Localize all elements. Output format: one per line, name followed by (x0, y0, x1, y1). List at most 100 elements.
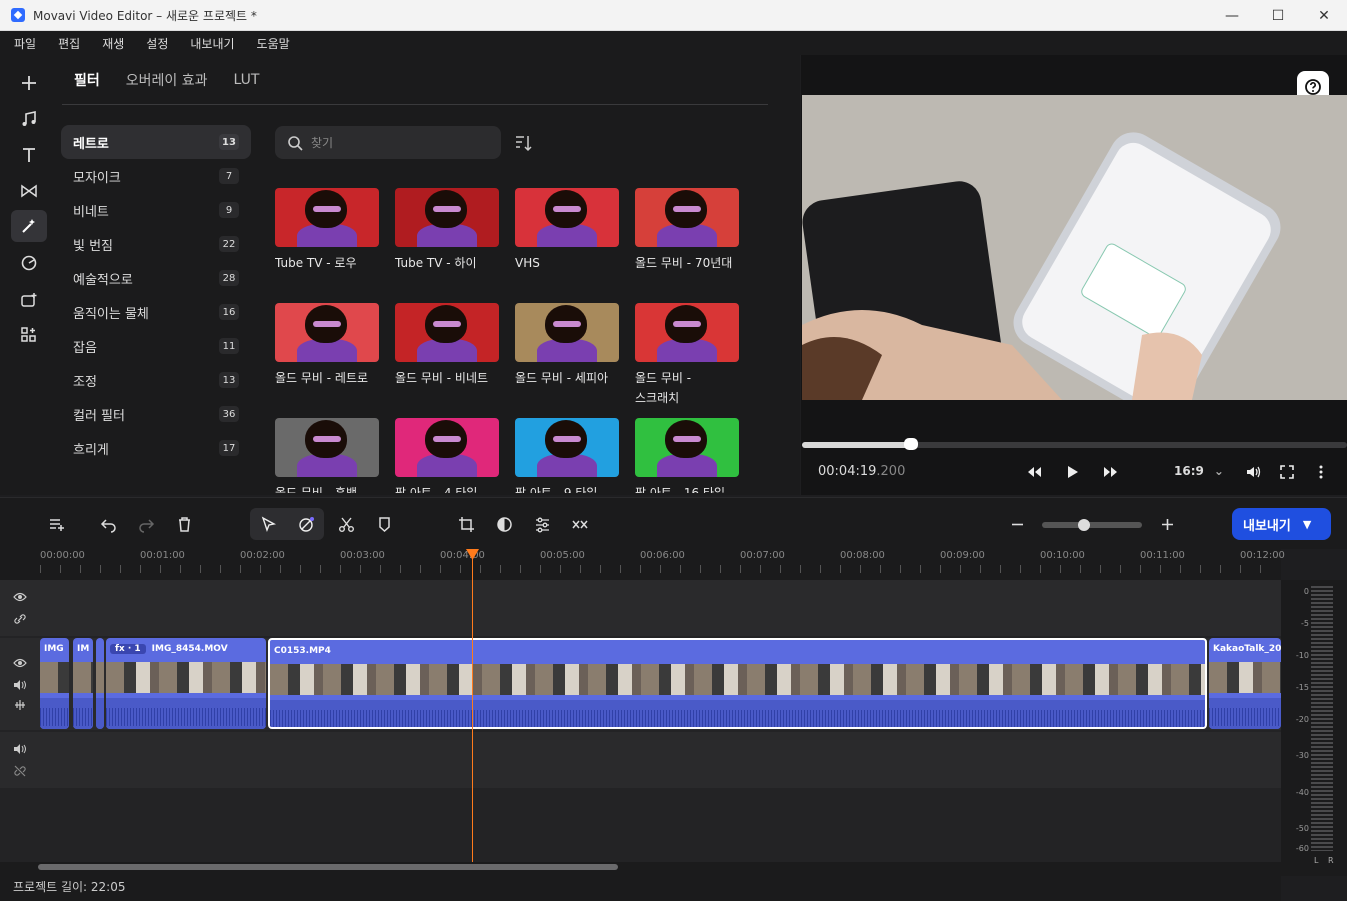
filter-tile[interactable]: Tube TV - 로우 (275, 188, 379, 273)
play-icon[interactable] (1060, 460, 1084, 484)
category-item[interactable]: 레트로 13 (61, 125, 251, 159)
filters-panel: 필터 오버레이 효과 LUT 레트로 13 모자이크 7 비네트 9 빛 번짐 22 예… (58, 55, 800, 495)
category-item[interactable]: 조정 13 (61, 363, 251, 397)
selected-video-clip[interactable]: C0153.MP4 (268, 638, 1207, 729)
tab-lut[interactable]: LUT (234, 72, 260, 88)
settings-sliders-icon[interactable] (528, 510, 556, 538)
video-preview[interactable] (802, 95, 1347, 400)
filters-icon[interactable] (11, 210, 47, 242)
category-item[interactable]: 잡음 11 (61, 329, 251, 363)
tab-overlay-effects[interactable]: 오버레이 효과 (126, 70, 208, 90)
audio-fx-icon[interactable] (13, 698, 27, 712)
scrollbar-thumb[interactable] (38, 864, 618, 870)
unlink-icon[interactable] (13, 764, 27, 778)
zoom-out-icon[interactable] (1003, 510, 1031, 538)
text-icon[interactable] (11, 139, 47, 171)
transition-icon[interactable] (11, 175, 47, 207)
category-item[interactable]: 빛 번짐 22 (61, 227, 251, 261)
filter-tile[interactable]: 팝 아트 - 16 타일 (635, 418, 739, 493)
more-tools-icon[interactable] (11, 283, 47, 315)
audio-track[interactable] (0, 732, 1281, 788)
menu-export[interactable]: 내보내기 (190, 35, 234, 52)
redo-icon[interactable] (132, 510, 160, 538)
apps-icon[interactable] (11, 319, 47, 351)
fast-forward-icon[interactable] (1099, 460, 1123, 484)
add-track-icon[interactable] (42, 510, 70, 538)
category-item[interactable]: 비네트 9 (61, 193, 251, 227)
filter-tile[interactable]: 올드 무비 - 흑백 (275, 418, 379, 493)
chevron-down-icon: ⌄ (1213, 464, 1224, 478)
delete-icon[interactable] (170, 510, 198, 538)
eye-icon[interactable] (13, 656, 27, 670)
scissors-icon[interactable] (332, 510, 360, 538)
fx-badge[interactable]: fx · 1 (110, 644, 146, 654)
aspect-ratio-select[interactable]: 16:9 ⌄ (1174, 464, 1224, 478)
playback-scrubber[interactable] (802, 438, 1347, 450)
thumbnail-glasses (433, 206, 461, 212)
undo-icon[interactable] (94, 510, 122, 538)
volume-icon[interactable] (13, 678, 27, 692)
zoom-in-icon[interactable] (1153, 510, 1181, 538)
add-icon[interactable] (11, 67, 47, 99)
close-button[interactable]: ✕ (1301, 0, 1347, 31)
overlay-track[interactable] (0, 580, 1281, 636)
filter-tile[interactable]: 올드 무비 - 비네트 (395, 303, 499, 388)
volume-icon[interactable] (13, 742, 27, 756)
fullscreen-icon[interactable] (1275, 460, 1299, 484)
filter-label: 올드 무비 - 레트로 (275, 371, 369, 385)
video-frame-image (802, 95, 1347, 400)
filter-tile[interactable]: 팝 아트 - 4 타일 (395, 418, 499, 493)
preview-panel: 00:04:19.200 16:9 ⌄ (801, 55, 1347, 495)
menu-playback[interactable]: 재생 (102, 35, 124, 52)
video-clip[interactable] (96, 638, 104, 729)
filter-tile[interactable]: 올드 무비 - 스크래치 (635, 303, 739, 408)
video-clip[interactable]: KakaoTalk_20 (1209, 638, 1281, 729)
video-clip[interactable]: IMG (40, 638, 69, 729)
category-item[interactable]: 흐리게 17 (61, 431, 251, 465)
rewind-icon[interactable] (1022, 460, 1046, 484)
tab-filters[interactable]: 필터 (74, 70, 100, 90)
category-count: 7 (219, 168, 239, 184)
maximize-button[interactable]: ☐ (1255, 0, 1301, 31)
eye-icon[interactable] (13, 590, 27, 604)
menu-edit[interactable]: 편집 (58, 35, 80, 52)
video-clip[interactable]: IM (73, 638, 93, 729)
filter-tile[interactable]: 팝 아트 - 9 타일 (515, 418, 619, 493)
menu-help[interactable]: 도움말 (257, 35, 290, 52)
transition-wizard-icon[interactable] (566, 510, 594, 538)
search-input[interactable] (311, 135, 491, 150)
sort-icon[interactable] (513, 133, 533, 153)
playhead-line[interactable] (472, 549, 473, 862)
music-icon[interactable] (11, 103, 47, 135)
category-item[interactable]: 예술적으로 28 (61, 261, 251, 295)
category-item[interactable]: 모자이크 7 (61, 159, 251, 193)
audio-waveform (106, 708, 266, 726)
timeline-scrollbar[interactable] (0, 862, 1281, 872)
color-adjust-icon[interactable] (490, 510, 518, 538)
filter-tile[interactable]: 올드 무비 - 레트로 (275, 303, 379, 388)
sticker-icon[interactable] (11, 247, 47, 279)
zoom-slider[interactable] (1042, 519, 1142, 531)
category-count: 22 (219, 236, 239, 252)
category-item[interactable]: 움직이는 물체 16 (61, 295, 251, 329)
zoom-handle[interactable] (1078, 519, 1090, 531)
menu-file[interactable]: 파일 (14, 35, 36, 52)
video-clip[interactable]: fx · 1 IMG_8454.MOV (106, 638, 266, 729)
filter-tile[interactable]: VHS (515, 188, 619, 273)
export-button[interactable]: 내보내기 ▼ (1232, 508, 1331, 540)
marker-icon[interactable] (370, 510, 398, 538)
more-options-icon[interactable] (1309, 460, 1333, 484)
minimize-button[interactable]: — (1209, 0, 1255, 31)
blade-tool-icon[interactable] (292, 510, 320, 538)
timeline-ruler[interactable]: 00:00:00 00:01:00 00:02:00 00:03:00 00:04:00… (0, 549, 1285, 580)
filter-tile[interactable]: 올드 무비 - 세피아 (515, 303, 619, 388)
filter-tile[interactable]: 올드 무비 - 70년대 (635, 188, 739, 273)
link-icon[interactable] (13, 612, 27, 626)
scrubber-handle[interactable] (904, 438, 918, 450)
crop-icon[interactable] (452, 510, 480, 538)
filter-tile[interactable]: Tube TV - 하이 (395, 188, 499, 273)
menu-settings[interactable]: 설정 (146, 35, 168, 52)
volume-icon[interactable] (1241, 460, 1265, 484)
select-tool-icon[interactable] (254, 510, 282, 538)
category-item[interactable]: 컬러 필터 36 (61, 397, 251, 431)
